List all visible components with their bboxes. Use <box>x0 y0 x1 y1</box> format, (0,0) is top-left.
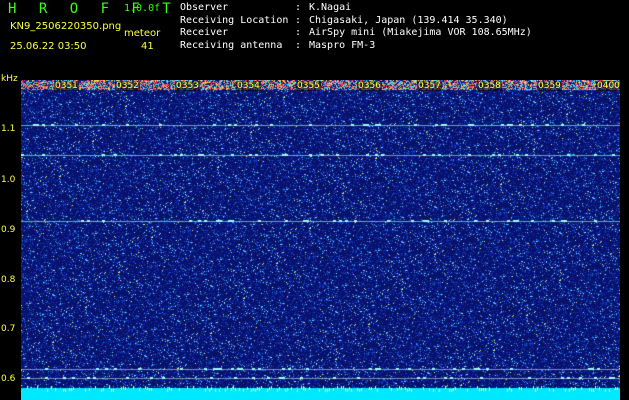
date-time: 25.06.22 03:50 <box>10 41 87 52</box>
time-tick-label: 0354 <box>236 81 261 91</box>
time-tick-label: 0357 <box>417 81 442 91</box>
time-tick-label: 0358 <box>477 81 502 91</box>
meteor-count: 41 <box>141 41 154 52</box>
info-row-antenna: Receiving antenna: Maspro FM-3 <box>180 39 376 51</box>
station-info: Observer: K.Nagai Receiving Location: Chig… <box>180 2 532 52</box>
meteor-label: meteor <box>124 28 161 39</box>
plot-right-border <box>620 80 629 400</box>
spectrogram-canvas <box>21 80 620 400</box>
file-name: KN9_2506220350.png <box>10 21 122 32</box>
y-axis: 1.1 1.0 0.9 0.8 0.7 0.6 <box>0 78 21 400</box>
y-tick-label: 0.6 <box>1 374 16 384</box>
spectrogram <box>21 80 620 400</box>
y-tick-label: 1.1 <box>1 124 16 134</box>
time-tick-label: 0353 <box>175 81 200 91</box>
time-tick-label: 0351 <box>54 81 79 91</box>
time-tick-label: 0352 <box>115 81 140 91</box>
y-tick-label: 1.0 <box>1 175 16 185</box>
header-panel: H R O F F T 1.0.0f KN9_2506220350.png 25… <box>0 0 629 78</box>
y-tick-label: 0.9 <box>1 225 16 235</box>
time-tick-label: 0356 <box>357 81 382 91</box>
time-tick-label: 0400 <box>596 81 621 91</box>
info-row-receiver: Receiver: AirSpy mini (Miakejima VOR 108.… <box>180 27 532 38</box>
time-tick-label: 0359 <box>537 81 562 91</box>
y-tick-label: 0.8 <box>1 275 16 285</box>
info-row-observer: Observer: K.Nagai <box>180 2 352 13</box>
info-row-location: Receiving Location: Chigasaki, Japan (139… <box>180 14 508 26</box>
app-version: 1.0.0f <box>124 3 161 14</box>
y-tick-label: 0.7 <box>1 324 16 334</box>
time-tick-label: 0355 <box>296 81 321 91</box>
